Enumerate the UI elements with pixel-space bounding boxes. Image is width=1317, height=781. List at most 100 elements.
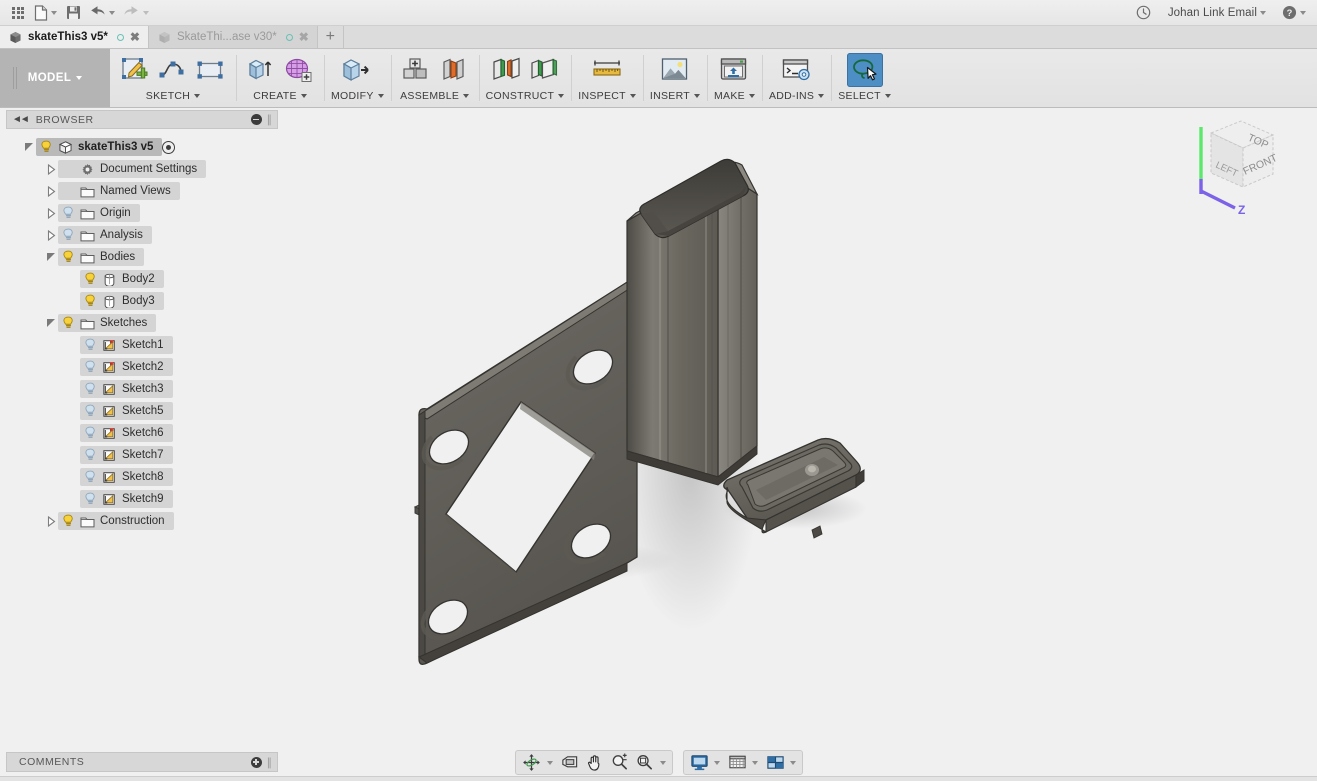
chevron-down-icon[interactable] [659, 760, 666, 765]
browser-tree-chip[interactable]: Sketch1 [80, 336, 173, 354]
collapse-left-icon[interactable]: ◄◄ [12, 114, 30, 125]
visibility-bulb-icon[interactable] [84, 360, 97, 374]
visibility-bulb-icon[interactable] [84, 382, 97, 396]
visibility-bulb-icon[interactable] [40, 140, 53, 154]
offset-plane-button[interactable] [488, 53, 524, 87]
browser-tree-chip[interactable]: Named Views [58, 182, 180, 200]
browser-tree-item-analysis[interactable]: Analysis [6, 224, 278, 246]
minimize-icon[interactable] [250, 114, 262, 125]
press-pull-button[interactable] [339, 53, 375, 87]
browser-tree-item-sketches[interactable]: Sketches [6, 312, 278, 334]
hollow-tube[interactable] [626, 158, 759, 486]
visibility-bulb-icon[interactable] [84, 470, 97, 484]
browser-tree-chip[interactable]: skateThis3 v5 [36, 138, 163, 156]
expand-arrow-icon[interactable] [44, 163, 58, 175]
mounting-plate[interactable] [413, 279, 638, 665]
browser-tree-chip[interactable]: Sketches [58, 314, 157, 332]
display-settings-button[interactable] [687, 752, 712, 773]
chevron-down-icon[interactable] [546, 760, 553, 765]
ribbon-group-sketch-label[interactable]: SKETCH [146, 90, 201, 102]
3d-print-button[interactable] [716, 53, 752, 87]
browser-tree-chip[interactable]: Sketch3 [80, 380, 173, 398]
fit-button[interactable] [632, 752, 657, 773]
visibility-bulb-icon[interactable] [84, 404, 97, 418]
browser-tree-chip[interactable]: Sketch9 [80, 490, 173, 508]
browser-tree-chip[interactable]: Sketch8 [80, 468, 173, 486]
close-icon[interactable]: ✖ [299, 31, 309, 43]
collapse-arrow-icon[interactable] [44, 319, 58, 327]
visibility-bulb-icon[interactable] [84, 338, 97, 352]
chevron-down-icon[interactable] [713, 760, 720, 765]
browser-tree-item-sketch9[interactable]: Sketch9 [6, 488, 278, 510]
ribbon-group-modify-label[interactable]: MODIFY [331, 90, 384, 102]
browser-tree-item-body3[interactable]: Body3 [6, 290, 278, 312]
insert-image-button[interactable] [657, 53, 693, 87]
browser-tree-item-named-views[interactable]: Named Views [6, 180, 278, 202]
chevron-down-icon[interactable] [751, 760, 758, 765]
browser-tree-chip[interactable]: Body2 [80, 270, 164, 288]
document-tab-active[interactable]: skateThis3 v5* ✖ [0, 26, 149, 48]
new-tab-button[interactable]: + [318, 26, 344, 48]
browser-tree-chip[interactable]: Body3 [80, 292, 164, 310]
save-button[interactable] [62, 2, 84, 24]
visibility-bulb-icon[interactable] [62, 514, 75, 528]
orbit-button[interactable] [519, 752, 544, 773]
visibility-bulb-icon[interactable] [84, 448, 97, 462]
resize-grip-icon[interactable]: ∥ [267, 113, 273, 126]
ribbon-group-select-label[interactable]: SELECT [838, 90, 891, 102]
create-form-button[interactable] [281, 53, 317, 87]
visibility-bulb-icon[interactable] [84, 426, 97, 440]
ribbon-group-inspect-label[interactable]: INSPECT [578, 90, 636, 102]
close-icon[interactable]: ✖ [130, 31, 140, 43]
ribbon-group-assemble-label[interactable]: ASSEMBLE [400, 90, 470, 102]
visibility-bulb-icon[interactable] [84, 294, 97, 308]
visibility-bulb-icon[interactable] [62, 316, 75, 330]
plane-at-angle-button[interactable] [526, 53, 562, 87]
browser-tree-chip[interactable]: Bodies [58, 248, 145, 266]
browser-tree-item-document-settings[interactable]: Document Settings [6, 158, 278, 180]
browser-tree-item-sketch6[interactable]: Sketch6 [6, 422, 278, 444]
redo-button[interactable] [120, 2, 152, 24]
view-cube[interactable]: Z TOP LEFT FRONT [1177, 109, 1287, 219]
ribbon-group-addins-label[interactable]: ADD-INS [769, 90, 825, 102]
ribbon-group-make-label[interactable]: MAKE [714, 90, 755, 102]
grid-snap-button[interactable] [725, 752, 750, 773]
workspace-selector[interactable]: MODEL [0, 49, 110, 107]
joint-button[interactable] [436, 53, 472, 87]
resize-grip-icon[interactable]: ∥ [267, 756, 273, 769]
add-comment-icon[interactable] [250, 756, 262, 768]
app-grid-button[interactable] [7, 2, 29, 24]
browser-tree-item-sketch3[interactable]: Sketch3 [6, 378, 278, 400]
user-account-button[interactable]: Johan Link Email [1165, 2, 1269, 24]
browser-tree-chip[interactable]: Origin [58, 204, 140, 222]
extrude-button[interactable] [243, 53, 279, 87]
expand-arrow-icon[interactable] [44, 207, 58, 219]
new-component-button[interactable] [398, 53, 434, 87]
browser-tree-item-construction[interactable]: Construction [6, 510, 278, 532]
browser-tree-chip[interactable]: Construction [58, 512, 174, 530]
browser-tree-item-sketch1[interactable]: Sketch1 [6, 334, 278, 356]
browser-tree-item-body2[interactable]: Body2 [6, 268, 278, 290]
select-lasso-button[interactable] [846, 53, 883, 87]
browser-tree-chip[interactable]: Sketch7 [80, 446, 173, 464]
browser-panel-header[interactable]: ◄◄ BROWSER ∥ [6, 110, 278, 129]
zoom-button[interactable] [607, 752, 632, 773]
visibility-bulb-icon[interactable] [62, 250, 75, 264]
look-at-button[interactable] [557, 752, 582, 773]
ribbon-group-create-label[interactable]: CREATE [253, 90, 307, 102]
ribbon-group-construct-label[interactable]: CONSTRUCT [486, 90, 565, 102]
chevron-down-icon[interactable] [789, 760, 796, 765]
expand-arrow-icon[interactable] [44, 185, 58, 197]
rectangle-button[interactable] [193, 53, 229, 87]
browser-tree-item-sketch5[interactable]: Sketch5 [6, 400, 278, 422]
expand-arrow-icon[interactable] [44, 229, 58, 241]
visibility-bulb-icon[interactable] [62, 206, 75, 220]
new-file-button[interactable] [31, 2, 60, 24]
visibility-bulb-icon[interactable] [62, 228, 75, 242]
collapse-arrow-icon[interactable] [44, 253, 58, 261]
activate-component-icon[interactable] [162, 140, 176, 154]
browser-tree-item-sketch8[interactable]: Sketch8 [6, 466, 278, 488]
undo-button[interactable] [86, 2, 118, 24]
expand-arrow-icon[interactable] [44, 515, 58, 527]
collapse-arrow-icon[interactable] [22, 143, 36, 151]
